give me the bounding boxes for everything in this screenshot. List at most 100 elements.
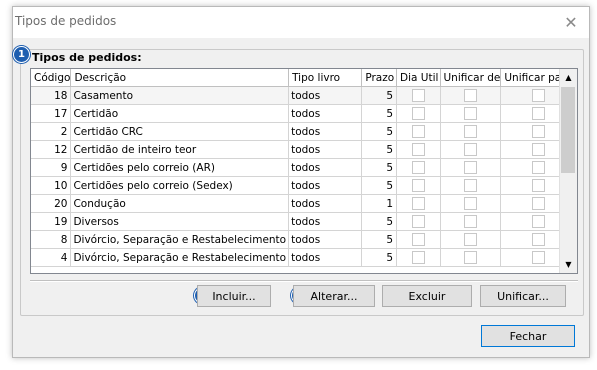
dia-util-checkbox[interactable] [411,125,425,138]
dia-util-checkbox[interactable] [411,251,425,264]
cell-dia-util [396,158,441,177]
tipos-de-pedidos-dialog: Tipos de pedidos ✕ Tipos de pedidos: 1 C… [12,6,590,358]
cell-unificar-de [440,194,502,213]
cell-unificar-de [440,122,502,141]
dia-util-checkbox[interactable] [411,107,425,120]
cell-prazo: 5 [361,176,398,195]
fechar-button[interactable]: Fechar [481,325,575,347]
scroll-down-arrow-icon[interactable]: ▼ [560,256,577,273]
table-row[interactable]: 19 Diversos todos 5 [31,212,577,231]
unificar-para-checkbox[interactable] [532,233,546,246]
unificar-de-checkbox[interactable] [463,233,477,246]
table-header-row: Código Descrição Tipo livro Prazo Dia Ut… [31,69,577,87]
cell-unificar-de [440,104,502,123]
cell-descricao: Casamento [70,86,290,105]
dia-util-checkbox[interactable] [411,179,425,192]
cell-tipo-livro: todos [288,212,363,231]
col-header-descricao[interactable]: Descrição [70,69,290,87]
excluir-button[interactable]: Excluir [382,285,472,307]
unificar-para-checkbox[interactable] [532,143,546,156]
cell-dia-util [396,194,441,213]
cell-dia-util [396,122,441,141]
incluir-button[interactable]: Incluir... [197,285,271,307]
unificar-para-checkbox[interactable] [532,215,546,228]
unificar-para-checkbox[interactable] [532,197,546,210]
cell-codigo: 10 [31,176,72,195]
cell-tipo-livro: todos [288,194,363,213]
unificar-de-checkbox[interactable] [463,125,477,138]
cell-tipo-livro: todos [288,122,363,141]
table-row[interactable]: 8 Divórcio, Separação e Restabelecimento… [31,230,577,249]
unificar-para-checkbox[interactable] [532,161,546,174]
scroll-up-arrow-icon[interactable]: ▲ [560,69,577,86]
cell-tipo-livro: todos [288,104,363,123]
unificar-de-checkbox[interactable] [463,179,477,192]
callout-badge-1: 1 [13,46,30,63]
unificar-button[interactable]: Unificar... [480,285,566,307]
cell-tipo-livro: todos [288,230,363,249]
table-row[interactable]: 10 Certidões pelo correio (Sedex) todos … [31,176,577,195]
table-row[interactable]: 9 Certidões pelo correio (AR) todos 5 [31,158,577,177]
cell-dia-util [396,104,441,123]
table-row[interactable]: 20 Condução todos 1 [31,194,577,213]
cell-unificar-de [440,158,502,177]
cell-prazo: 5 [361,158,398,177]
table-row[interactable]: 2 Certidão CRC todos 5 [31,122,577,141]
col-header-codigo[interactable]: Código [31,69,72,87]
cell-dia-util [396,176,441,195]
col-header-tipo-livro[interactable]: Tipo livro [288,69,363,87]
cell-unificar-de [440,86,502,105]
cell-codigo: 8 [31,230,72,249]
unificar-para-checkbox[interactable] [532,107,546,120]
cell-codigo: 19 [31,212,72,231]
cell-dia-util [396,248,441,267]
dia-util-checkbox[interactable] [411,215,425,228]
unificar-de-checkbox[interactable] [463,89,477,102]
unificar-para-checkbox[interactable] [532,179,546,192]
table-vertical-scrollbar[interactable]: ▲ ▼ [559,69,577,273]
close-icon[interactable]: ✕ [561,12,581,32]
dia-util-checkbox[interactable] [411,197,425,210]
unificar-para-checkbox[interactable] [532,89,546,102]
cell-tipo-livro: todos [288,176,363,195]
unificar-para-checkbox[interactable] [532,125,546,138]
cell-tipo-livro: todos [288,86,363,105]
cell-prazo: 5 [361,230,398,249]
dia-util-checkbox[interactable] [411,89,425,102]
cell-codigo: 4 [31,248,72,267]
table-row[interactable]: 4 Divórcio, Separação e Restabelecimento… [31,248,577,267]
unificar-de-checkbox[interactable] [463,251,477,264]
unificar-de-checkbox[interactable] [463,197,477,210]
table-row[interactable]: 17 Certidão todos 5 [31,104,577,123]
unificar-para-checkbox[interactable] [532,251,546,264]
cell-tipo-livro: todos [288,158,363,177]
cell-prazo: 5 [361,122,398,141]
tipos-table[interactable]: Código Descrição Tipo livro Prazo Dia Ut… [30,68,578,274]
alterar-button[interactable]: Alterar... [293,285,375,307]
table-row[interactable]: 18 Casamento todos 5 [31,86,577,105]
tipos-grid-table: Código Descrição Tipo livro Prazo Dia Ut… [31,69,577,267]
cell-prazo: 5 [361,212,398,231]
cell-descricao: Diversos [70,212,290,231]
cell-descricao: Certidão CRC [70,122,290,141]
unificar-de-checkbox[interactable] [463,143,477,156]
cell-prazo: 5 [361,86,398,105]
dia-util-checkbox[interactable] [411,143,425,156]
cell-codigo: 2 [31,122,72,141]
col-header-dia-util[interactable]: Dia Util [396,69,441,87]
cell-descricao: Certidões pelo correio (AR) [70,158,290,177]
scrollbar-thumb[interactable] [561,87,575,173]
cell-codigo: 20 [31,194,72,213]
table-row[interactable]: 12 Certidão de inteiro teor todos 5 [31,140,577,159]
cell-codigo: 12 [31,140,72,159]
col-header-prazo[interactable]: Prazo [361,69,398,87]
cell-unificar-de [440,230,502,249]
cell-dia-util [396,140,441,159]
unificar-de-checkbox[interactable] [463,107,477,120]
dia-util-checkbox[interactable] [411,233,425,246]
unificar-de-checkbox[interactable] [463,161,477,174]
col-header-unificar-de[interactable]: Unificar de [440,69,502,87]
dia-util-checkbox[interactable] [411,161,425,174]
unificar-de-checkbox[interactable] [463,215,477,228]
cell-unificar-de [440,248,502,267]
